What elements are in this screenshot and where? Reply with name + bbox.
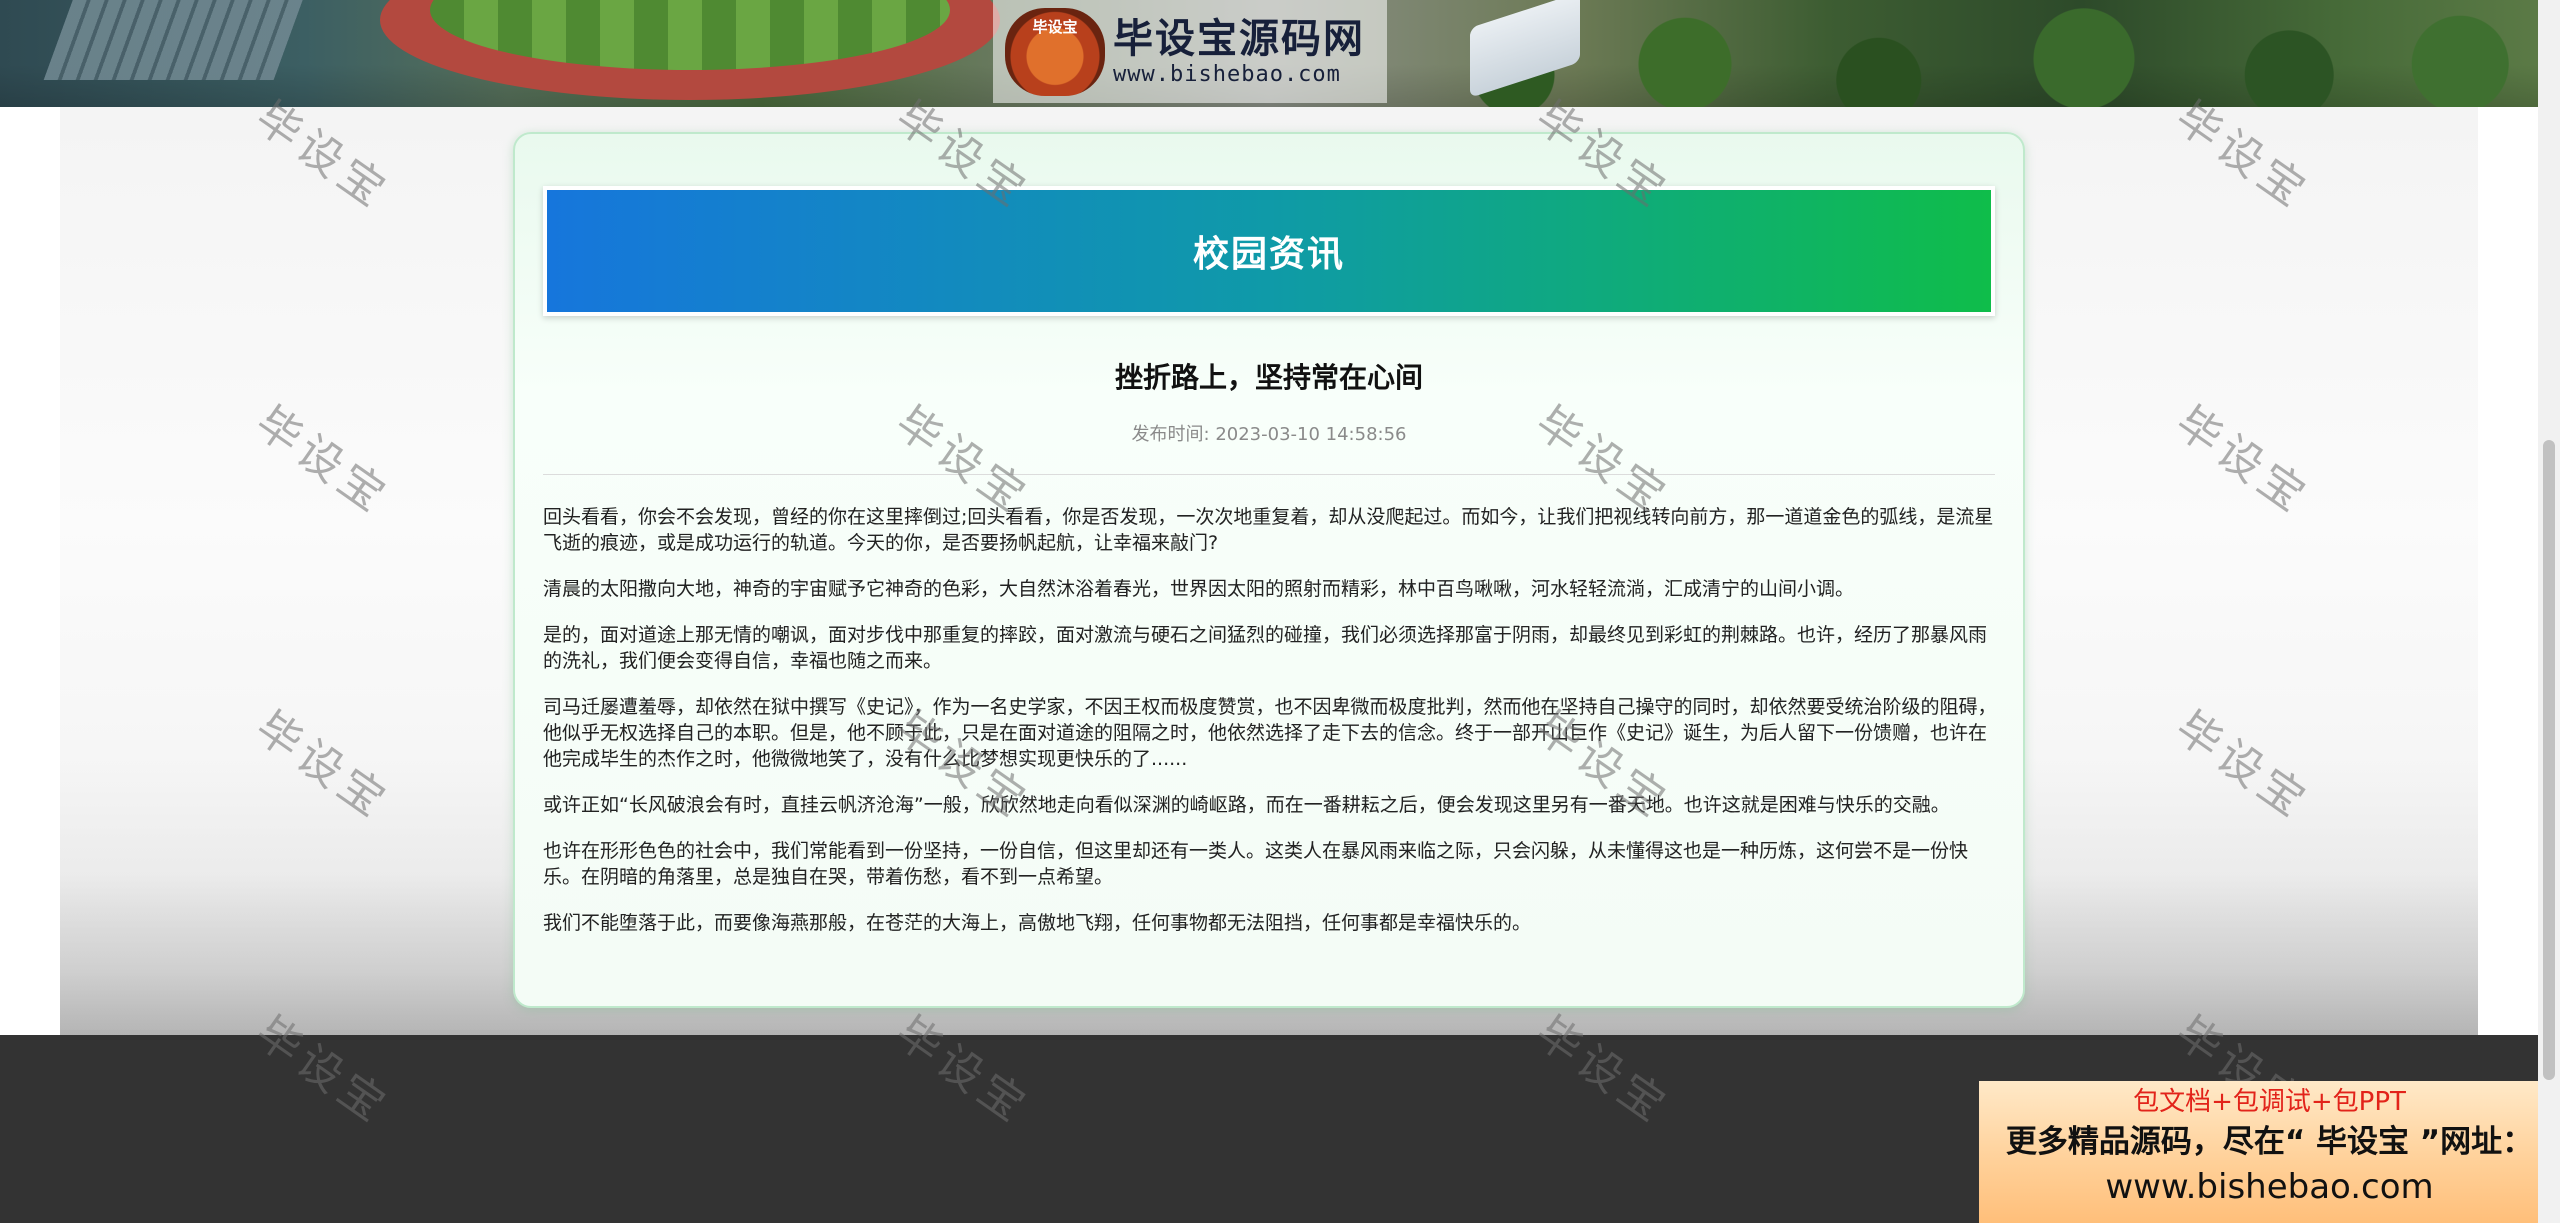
title-divider [543, 474, 1995, 475]
site-logo[interactable]: 毕设宝 毕设宝源码网 www.bishebao.com [993, 0, 1387, 103]
logo-url: www.bishebao.com [1113, 62, 1341, 87]
article-paragraph: 回头看看，你会不会发现，曾经的你在这里摔倒过;回头看看，你是否发现，一次次地重复… [543, 506, 1994, 554]
article-card: 校园资讯 挫折路上，坚持常在心间 发布时间: 2023-03-10 14:58:… [513, 132, 2025, 1008]
publish-time: 2023-03-10 14:58:56 [1215, 424, 1407, 445]
publish-label: 发布时间: [1131, 424, 1210, 445]
article-paragraph: 是的，面对道途上那无情的嘲讽，面对步伐中那重复的摔跤，面对激流与硬石之间猛烈的碰… [543, 624, 1988, 672]
logo-badge-text: 毕设宝 [1032, 17, 1078, 36]
promo-banner[interactable]: 包文档+包调试+包PPT 更多精品源码，尽在“ 毕设宝 ”网址： www.bis… [1979, 1081, 2560, 1223]
article-paragraph: 也许在形形色色的社会中，我们常能看到一份坚持，一份自信，但这里却还有一类人。这类… [543, 840, 1969, 888]
article-body: 回头看看，你会不会发现，曾经的你在这里摔倒过;回头看看，你是否发现，一次次地重复… [543, 504, 1999, 956]
section-title: 校园资讯 [1192, 234, 1345, 275]
promo-line-url: www.bishebao.com [2105, 1167, 2434, 1207]
banner-building-image [43, 0, 307, 80]
promo-line-services: 包文档+包调试+包PPT [2133, 1087, 2406, 1117]
logo-title: 毕设宝源码网 [1113, 16, 1365, 62]
top-banner: 毕设宝 毕设宝源码网 www.bishebao.com [0, 0, 2538, 107]
publish-info: 发布时间: 2023-03-10 14:58:56 [515, 420, 2023, 446]
article-paragraph: 我们不能堕落于此，而要像海燕那般，在苍茫的大海上，高傲地飞翔，任何事物都无法阻挡… [543, 912, 1532, 934]
logo-texts: 毕设宝源码网 www.bishebao.com [1113, 16, 1365, 87]
article-paragraph: 清晨的太阳撒向大地，神奇的宇宙赋予它神奇的色彩，大自然沐浴着春光，世界因太阳的照… [543, 578, 1855, 600]
page: 毕设宝 毕设宝源码网 www.bishebao.com 校园资讯 挫折路上，坚持… [0, 0, 2560, 1223]
promo-line-slogan: 更多精品源码，尽在“ 毕设宝 ”网址： [2005, 1124, 2534, 1160]
article-paragraph: 或许正如“长风破浪会有时，直挂云帆济沧海”一般，欣欣然地走向看似深渊的崎岖路，而… [543, 794, 1950, 816]
section-header: 校园资讯 [543, 186, 1995, 316]
logo-badge-icon: 毕设宝 [1005, 7, 1105, 96]
page-scrollbar[interactable] [2538, 0, 2560, 1223]
scrollbar-thumb[interactable] [2543, 440, 2555, 1080]
article-title: 挫折路上，坚持常在心间 [1114, 361, 1423, 394]
article-paragraph: 司马迁屡遭羞辱，却依然在狱中撰写《史记》，作为一名史学家，不因王权而极度赞赏，也… [543, 696, 1997, 770]
